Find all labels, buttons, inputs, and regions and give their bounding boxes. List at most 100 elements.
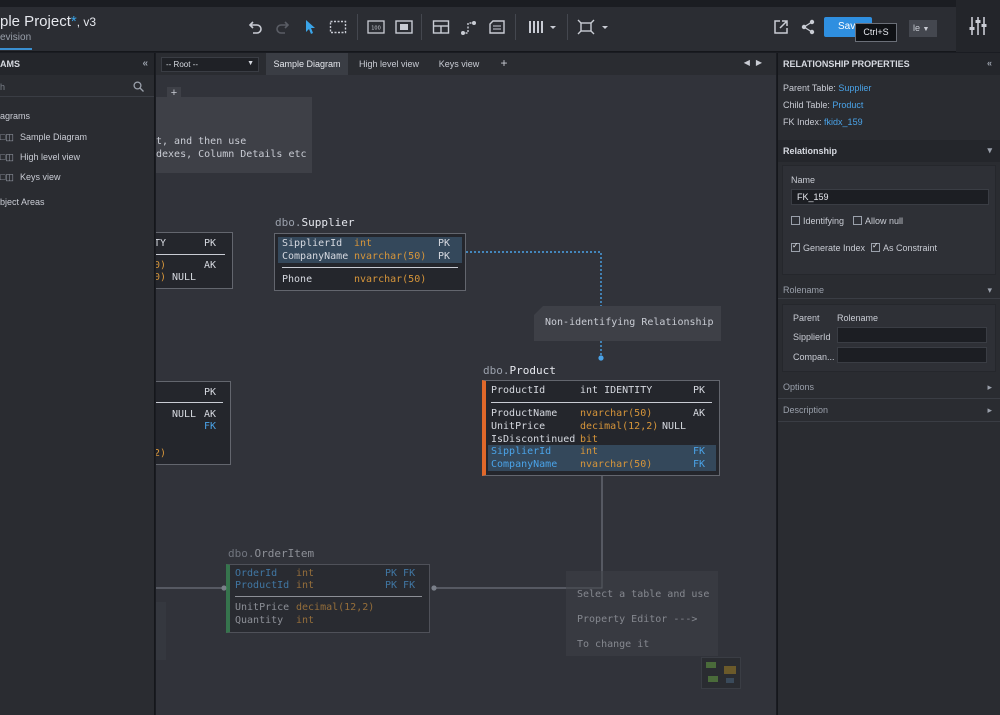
marquee-icon[interactable] <box>328 17 348 37</box>
panel-header: AMS « <box>0 53 154 75</box>
column-name: UnitPrice <box>491 421 546 432</box>
share-icon[interactable] <box>798 17 818 37</box>
section-title: Description <box>783 405 829 415</box>
parent-table-row: Parent Table: Supplier <box>778 83 1000 100</box>
generate-index-checkbox[interactable]: Generate Index <box>791 241 866 253</box>
child-table-label: Child Table: <box>783 100 830 110</box>
relationship-note[interactable]: Non-identifying Relationship <box>534 306 721 341</box>
table-icon[interactable] <box>431 17 451 37</box>
connector-endpoint <box>598 355 604 361</box>
column-name: Phone <box>282 274 313 285</box>
relationship-name-input[interactable]: FK_159 <box>791 189 989 205</box>
identifying-checkbox[interactable]: Identifying <box>791 216 844 226</box>
toolbar-separator <box>421 14 422 40</box>
hint-note[interactable]: t, and then use dexes, Column Details et… <box>156 97 312 173</box>
section-title: Relationship <box>783 146 838 156</box>
tab-keys-view[interactable]: Keys view <box>430 53 488 75</box>
diagram-item-sample[interactable]: □◫ Sample Diagram <box>0 127 154 147</box>
column-key: PK FK <box>385 568 416 579</box>
note-icon[interactable] <box>487 17 507 37</box>
table-card-supplier[interactable]: SipplierId int PK CompanyName nvarchar(5… <box>274 233 466 291</box>
section-title: Rolename <box>783 285 825 295</box>
column-type: nvarchar(50) <box>580 459 653 470</box>
tab-scroll-right-icon[interactable]: ▶ <box>756 58 768 67</box>
column-key: PK <box>438 251 451 262</box>
project-title[interactable]: ple Project*, v3 <box>0 13 96 30</box>
table-card-cropped[interactable]: TY PK 0) AK 0) NULL <box>156 232 233 289</box>
diagram-icon: □◫ <box>0 151 14 162</box>
align-icon[interactable] <box>526 17 558 37</box>
column-type: nvarchar(50) <box>580 408 653 419</box>
rolename-section-header[interactable]: Rolename ▾ <box>778 279 1000 299</box>
add-tab-button[interactable]: + <box>496 53 512 75</box>
select-note-line: Select a table and use <box>577 589 710 600</box>
null-cell: NULL <box>172 272 197 283</box>
fit-icon[interactable] <box>577 17 609 37</box>
fk-index-link[interactable]: fkidx_159 <box>824 117 863 127</box>
relationship-icon[interactable] <box>459 17 479 37</box>
subject-area-select-value: -- Root -- <box>166 60 198 69</box>
column-type: int <box>354 238 373 249</box>
relationship-properties-panel: RELATIONSHIP PROPERTIES « Parent Table: … <box>777 53 1000 715</box>
export-icon[interactable] <box>771 17 791 37</box>
tab-scroll-controls[interactable]: ◀▶ <box>744 58 768 67</box>
column-name: SipplierId <box>491 446 552 457</box>
tab-scroll-left-icon[interactable]: ◀ <box>744 58 756 67</box>
table-name: Supplier <box>301 216 355 229</box>
collapse-icon[interactable]: « <box>142 58 148 69</box>
select-note-line: To change it <box>577 639 650 650</box>
select-table-note[interactable]: Select a table and use Property Editor -… <box>566 571 718 656</box>
tab-sample-diagram[interactable]: Sample Diagram <box>266 53 348 75</box>
settings-sliders-icon[interactable] <box>956 0 1000 52</box>
diagrams-group-label[interactable]: agrams <box>0 111 154 121</box>
diagram-canvas[interactable]: + − t, and then use dexes, Column Detail… <box>156 75 776 715</box>
parent-table-link[interactable]: Supplier <box>838 83 871 93</box>
diagram-item-high-level[interactable]: □◫ High level view <box>0 147 154 167</box>
schema-prefix: dbo. <box>483 364 510 377</box>
as-constraint-checkbox[interactable]: As Constraint <box>871 241 937 253</box>
pointer-icon[interactable] <box>300 17 320 37</box>
redo-icon[interactable] <box>273 17 293 37</box>
table-card-orderitem[interactable]: OrderId int PK FK ProductId int PK FK Un… <box>226 564 430 633</box>
type-cell: 0) <box>156 260 167 271</box>
divider <box>491 402 712 403</box>
minimap[interactable] <box>701 657 741 689</box>
chevron-right-icon: ▸ <box>987 382 992 392</box>
key-cell: FK <box>204 421 217 432</box>
top-toolbar: ple Project*, v3 evision 100 Save Ctrl+S… <box>0 0 1000 52</box>
checkbox-label: Generate Index <box>803 243 866 253</box>
key-cell: PK <box>204 238 217 249</box>
allow-null-checkbox[interactable]: Allow null <box>853 216 903 226</box>
diagram-icon: □◫ <box>0 171 14 182</box>
language-select-value: le <box>913 23 921 33</box>
language-select[interactable]: le ▼ <box>909 20 937 37</box>
tab-high-level-view[interactable]: High level view <box>351 53 427 75</box>
rolename-input[interactable] <box>837 327 987 343</box>
search-icon[interactable] <box>133 81 144 94</box>
collapse-icon[interactable]: « <box>987 58 992 68</box>
subject-areas-group-label[interactable]: bject Areas <box>0 197 154 207</box>
column-type: nvarchar(50) <box>354 274 427 285</box>
child-table-link[interactable]: Product <box>832 100 863 110</box>
undo-icon[interactable] <box>245 17 265 37</box>
toolbar-separator <box>567 14 568 40</box>
project-version: , v3 <box>76 15 97 29</box>
table-title-product: dbo.Product <box>483 364 556 377</box>
revision-link[interactable]: evision <box>0 32 32 50</box>
column-name: Quantity <box>235 615 284 626</box>
diagram-search-input[interactable]: h <box>0 79 154 97</box>
diagram-item-keys[interactable]: □◫ Keys view <box>0 167 154 187</box>
subject-area-select[interactable]: -- Root -- ▼ <box>161 57 259 72</box>
description-section-header[interactable]: Description ▸ <box>778 399 1000 422</box>
rolename-input[interactable] <box>837 347 987 363</box>
table-card-product[interactable]: ProductId int IDENTITY PK ProductName nv… <box>482 380 720 476</box>
relationship-section-body: Name FK_159 Identifying Allow null Gener… <box>782 165 996 275</box>
options-section-header[interactable]: Options ▸ <box>778 376 1000 399</box>
checkbox-label: Identifying <box>803 216 845 226</box>
text-box-icon[interactable]: 100 <box>366 17 386 37</box>
diagrams-panel: AMS « h agrams □◫ Sample Diagram □◫ High l… <box>0 53 155 715</box>
diagram-icon: □◫ <box>0 131 14 142</box>
table-card-cropped[interactable]: PK NULL AK FK 2) <box>156 381 231 465</box>
frame-icon[interactable] <box>394 17 414 37</box>
relationship-section-header[interactable]: Relationship ▾ <box>778 140 1000 162</box>
